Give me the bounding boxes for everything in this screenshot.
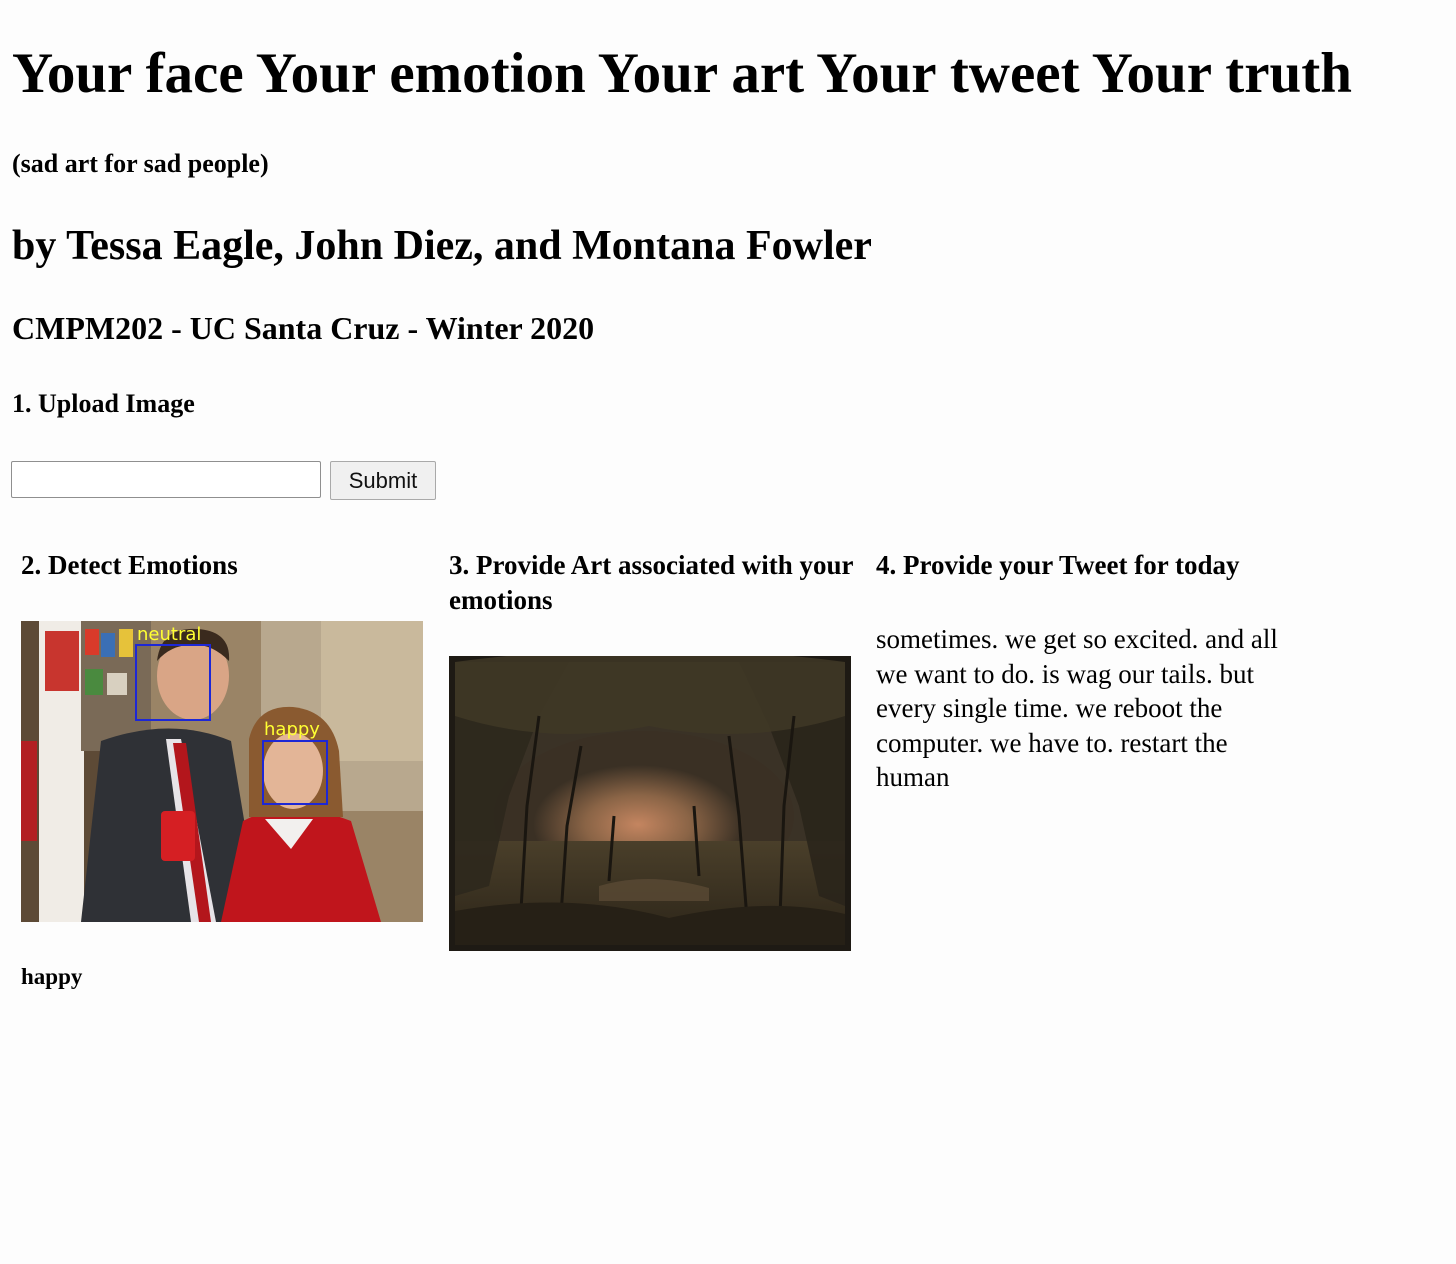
face-label-happy: happy <box>264 719 320 740</box>
authors-heading: by Tessa Eagle, John Diez, and Montana F… <box>12 223 872 269</box>
upload-heading: 1. Upload Image <box>12 389 195 418</box>
detected-faces-image: neutral happy <box>21 621 423 922</box>
art-heading: 3. Provide Art associated with your emot… <box>449 550 853 615</box>
painting-image <box>449 656 851 951</box>
page-title: Your face Your emotion Your art Your twe… <box>12 42 1352 105</box>
submit-button[interactable]: Submit <box>330 461 436 500</box>
detected-emotion-result: happy <box>21 964 83 989</box>
detect-emotions-heading: 2. Detect Emotions <box>21 550 238 580</box>
detect-emotions-section: 2. Detect Emotions neutral happy happy <box>21 548 426 989</box>
image-input[interactable] <box>11 461 321 498</box>
page: Your face Your emotion Your art Your twe… <box>0 0 1456 1264</box>
page-subtitle: (sad art for sad people) <box>12 149 269 178</box>
course-heading: CMPM202 - UC Santa Cruz - Winter 2020 <box>12 310 595 346</box>
tweet-text: sometimes. we get so excited. and all we… <box>876 624 1278 793</box>
tweet-section: 4. Provide your Tweet for today sometime… <box>876 548 1296 792</box>
tweet-heading: 4. Provide your Tweet for today <box>876 550 1240 580</box>
art-section: 3. Provide Art associated with your emot… <box>449 548 854 951</box>
face-label-neutral: neutral <box>137 624 201 645</box>
